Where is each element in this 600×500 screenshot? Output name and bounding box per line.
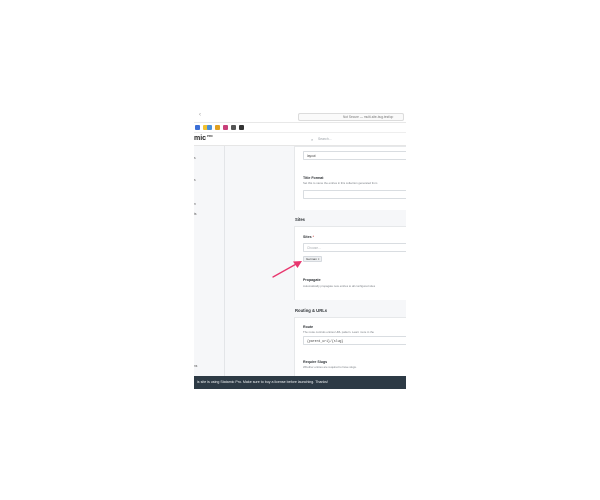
title-format-help: Set this to name the entries in this col…: [303, 181, 378, 185]
back-chevron-icon[interactable]: ‹: [199, 112, 201, 118]
sidebar-item[interactable]: n: [194, 202, 196, 206]
general-card: layout Title Format Set this to name the…: [294, 146, 406, 210]
layout-field-value: layout: [307, 154, 316, 158]
address-bar[interactable]: Not Secure — multi-site-bug.test/cp: [298, 113, 404, 121]
route-field[interactable]: {parent_uri}/{slug}: [303, 336, 406, 345]
sites-card: Sites * Choose... German × Propagate Aut…: [294, 226, 406, 300]
route-field-value: {parent_uri}/{slug}: [307, 339, 344, 343]
routing-card: Route The route controls entries URL pat…: [294, 317, 406, 379]
title-format-field[interactable]: [303, 190, 406, 199]
layout-field[interactable]: layout: [303, 151, 406, 160]
sidebar-item[interactable]: s: [194, 178, 196, 182]
app-header: mic PRO ⌕ Search...: [194, 133, 406, 146]
brand-logo[interactable]: mic: [194, 135, 206, 142]
bookmark-favicon-icon[interactable]: [215, 125, 220, 130]
bookmark-favicon-icon[interactable]: [239, 125, 244, 130]
propagate-help: Automatically propagate new entries to a…: [303, 284, 376, 288]
bookmark-favicon-icon[interactable]: [195, 125, 200, 130]
route-help: The route controls entries URL pattern. …: [303, 330, 374, 334]
sidebar-item[interactable]: ts: [194, 212, 196, 216]
app-screenshot: ‹ Not Secure — multi-site-bug.test/cp mi…: [194, 110, 406, 389]
bookmark-favicon-icon[interactable]: [231, 125, 236, 130]
bookmark-favicon-icon[interactable]: [207, 125, 212, 130]
route-label: Route: [303, 325, 314, 329]
sidebar-item[interactable]: s: [194, 156, 196, 160]
sites-select-placeholder: Choose...: [307, 246, 321, 250]
bookmark-favicon-icon[interactable]: [223, 125, 228, 130]
license-banner-text: is site is using Statamic Pro. Make sure…: [197, 380, 328, 384]
require-slugs-help: Whether entries are required to have slu…: [303, 365, 357, 369]
bookmarks-bar: [194, 123, 406, 133]
search-icon: ⌕: [311, 137, 314, 142]
site-tag-german[interactable]: German ×: [303, 256, 323, 262]
license-banner: is site is using Statamic Pro. Make sure…: [194, 376, 406, 389]
collection-settings-form: layout Title Format Set this to name the…: [293, 146, 406, 379]
remove-tag-icon[interactable]: ×: [318, 257, 320, 261]
sidebar-item[interactable]: ns: [194, 364, 197, 368]
propagate-label: Propagate: [303, 278, 321, 282]
brand-pro-badge: PRO: [207, 135, 213, 138]
global-search-input[interactable]: Search...: [318, 137, 332, 141]
title-format-label: Title Format: [303, 176, 324, 180]
sites-select[interactable]: Choose...: [303, 243, 406, 252]
require-slugs-label: Require Slugs: [303, 360, 328, 364]
address-bar-url: Not Secure — multi-site-bug.test/cp: [343, 115, 394, 119]
routing-section-title: Routing & URLs: [295, 308, 328, 313]
annotation-arrow-icon: [272, 261, 302, 278]
sidebar-nav: s s n ts ns: [194, 146, 225, 376]
browser-toolbar: ‹ Not Secure — multi-site-bug.test/cp: [194, 110, 406, 123]
sites-label: Sites *: [303, 235, 314, 239]
sites-section-title: Sites: [295, 217, 306, 222]
